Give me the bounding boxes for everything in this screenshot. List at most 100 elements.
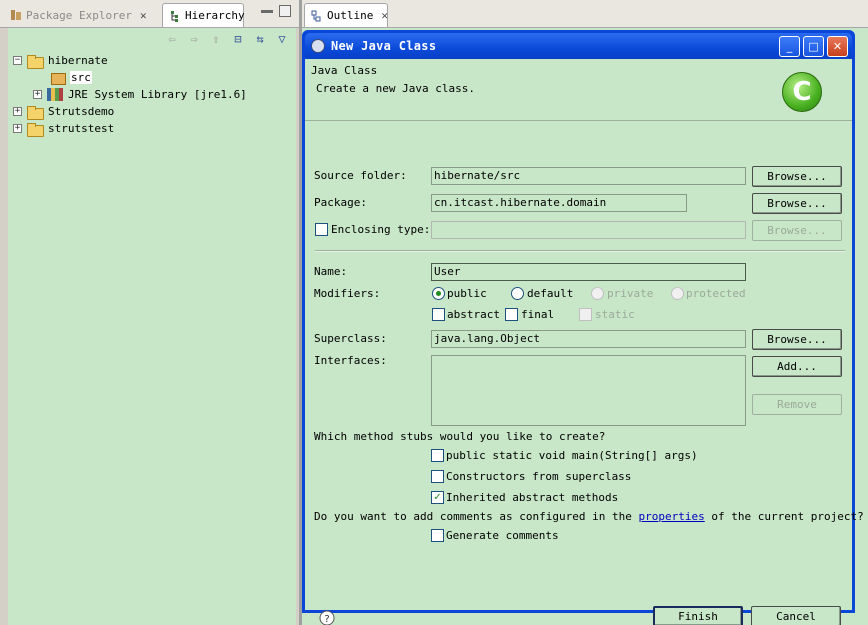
comments-question: Do you want to add comments as configure… <box>314 510 864 523</box>
package-label: Package: <box>314 196 367 209</box>
tree-item-label: Strutsdemo <box>48 105 115 118</box>
view-menu-icon[interactable]: ▽ <box>274 32 290 46</box>
minimize-view-button[interactable] <box>261 10 273 13</box>
add-interface-button[interactable]: Add... <box>752 356 842 377</box>
generate-comments-checkbox[interactable] <box>431 529 444 542</box>
tree-item-hibernate[interactable]: − hibernate <box>13 52 108 69</box>
modifiers-label: Modifiers: <box>314 287 381 300</box>
enclosing-type-checkbox[interactable] <box>315 223 328 236</box>
tab-outline[interactable]: Outline ✕ <box>304 3 388 27</box>
tree-item-jre-library[interactable]: + JRE System Library [jre1.6] <box>33 86 247 103</box>
left-tab-bar: Package Explorer ✕ Hierarchy <box>0 0 299 28</box>
remove-interface-button: Remove <box>752 394 842 415</box>
tree-item-strutsdemo[interactable]: + Strutsdemo <box>13 103 114 120</box>
help-glyph: ? <box>324 614 329 625</box>
inherited-abstract-label: Inherited abstract methods <box>446 491 619 504</box>
enclosing-type-field <box>431 221 746 239</box>
abstract-checkbox[interactable] <box>432 308 445 321</box>
separator <box>315 250 845 252</box>
project-folder-icon <box>27 54 44 69</box>
explorer-toolbar: ⇦ ⇨ ⇧ ⊟ ⇆ ▽ <box>8 28 296 50</box>
maximize-view-button[interactable] <box>279 5 291 17</box>
properties-link[interactable]: properties <box>639 510 705 523</box>
collapse-toggle[interactable]: − <box>13 56 22 65</box>
expand-toggle[interactable]: + <box>33 90 42 99</box>
tree-item-label: strutstest <box>48 122 115 135</box>
up-icon[interactable]: ⇧ <box>208 32 224 46</box>
cancel-button[interactable]: Cancel <box>751 606 841 625</box>
outline-icon <box>311 10 323 22</box>
wizard-heading: Java Class <box>311 64 378 77</box>
tree-item-strutstest[interactable]: + strutstest <box>13 120 114 137</box>
final-checkbox[interactable] <box>505 308 518 321</box>
superclass-label: Superclass: <box>314 332 387 345</box>
interfaces-list[interactable] <box>431 355 746 426</box>
default-radio[interactable] <box>511 287 524 300</box>
hierarchy-icon <box>169 10 181 22</box>
method-stubs-question: Which method stubs would you like to cre… <box>314 430 606 443</box>
final-checkbox-label: final <box>521 308 555 321</box>
constructors-label: Constructors from superclass <box>446 470 632 483</box>
name-field[interactable]: User <box>431 263 746 281</box>
dialog-title: New Java Class <box>331 39 437 53</box>
expand-toggle[interactable]: + <box>13 124 22 133</box>
view-window-controls <box>261 5 291 17</box>
comments-question-prefix: Do you want to add comments as configure… <box>314 510 632 523</box>
forward-icon[interactable]: ⇨ <box>186 32 202 46</box>
tree-item-label: hibernate <box>48 54 108 67</box>
protected-radio-label: protected <box>686 287 746 300</box>
private-radio-label: private <box>607 287 654 300</box>
help-icon[interactable]: ? <box>319 610 335 625</box>
eclipse-icon <box>311 39 325 53</box>
right-tab-bar: Outline ✕ <box>302 0 868 28</box>
minimize-button[interactable]: _ <box>779 36 800 57</box>
library-icon <box>47 88 63 101</box>
tab-label: Hierarchy <box>185 9 245 22</box>
back-icon[interactable]: ⇦ <box>164 32 180 46</box>
collapse-all-icon[interactable]: ⊟ <box>230 32 246 46</box>
expand-toggle[interactable]: + <box>13 107 22 116</box>
static-checkbox <box>579 308 592 321</box>
public-radio-label: public <box>447 287 487 300</box>
source-folder-label: Source folder: <box>314 169 407 182</box>
java-class-logo-icon: C <box>782 72 822 112</box>
link-with-editor-icon[interactable]: ⇆ <box>252 32 268 46</box>
tab-label: Package Explorer <box>26 8 132 22</box>
browse-superclass-button[interactable]: Browse... <box>752 329 842 350</box>
close-icon[interactable]: ✕ <box>381 9 388 22</box>
tab-hierarchy[interactable]: Hierarchy <box>162 3 245 27</box>
main-method-checkbox[interactable] <box>431 449 444 462</box>
tree-item-src[interactable]: src <box>50 69 92 86</box>
maximize-button[interactable]: □ <box>803 36 824 57</box>
tab-label: Outline <box>327 9 374 22</box>
constructors-checkbox[interactable] <box>431 470 444 483</box>
project-folder-icon <box>27 122 44 137</box>
dialog-body: Java Class Create a new Java class. C So… <box>305 59 864 625</box>
finish-button[interactable]: Finish <box>653 606 743 625</box>
package-explorer-view: Package Explorer ✕ Hierarchy ⇦ ⇨ ⇧ ⊟ ⇆ ▽… <box>0 0 299 625</box>
public-radio[interactable] <box>432 287 445 300</box>
static-checkbox-label: static <box>595 308 635 321</box>
enclosing-type-label: Enclosing type: <box>331 223 431 236</box>
close-button[interactable]: ✕ <box>827 36 848 57</box>
tab-package-explorer[interactable]: Package Explorer ✕ <box>4 3 154 27</box>
abstract-checkbox-label: abstract <box>447 308 500 321</box>
package-field[interactable]: cn.itcast.hibernate.domain <box>431 194 687 212</box>
superclass-field[interactable]: java.lang.Object <box>431 330 746 348</box>
close-icon[interactable]: ✕ <box>140 9 147 22</box>
browse-package-button[interactable]: Browse... <box>752 193 842 214</box>
generate-comments-label: Generate comments <box>446 529 559 542</box>
tree-item-label: JRE System Library [jre1.6] <box>68 88 247 101</box>
name-label: Name: <box>314 265 348 278</box>
protected-radio <box>671 287 684 300</box>
source-folder-field[interactable]: hibernate/src <box>431 167 746 185</box>
source-folder-icon <box>50 72 66 85</box>
browse-enclosing-type-button: Browse... <box>752 220 842 241</box>
dialog-title-bar[interactable]: New Java Class _ □ ✕ <box>305 33 852 59</box>
project-folder-icon <box>27 105 44 120</box>
private-radio <box>591 287 604 300</box>
browse-source-folder-button[interactable]: Browse... <box>752 166 842 187</box>
new-java-class-dialog: New Java Class _ □ ✕ Java Class Create a… <box>302 30 864 625</box>
inherited-abstract-checkbox[interactable]: ✓ <box>431 491 444 504</box>
main-method-label: public static void main(String[] args) <box>446 449 698 462</box>
